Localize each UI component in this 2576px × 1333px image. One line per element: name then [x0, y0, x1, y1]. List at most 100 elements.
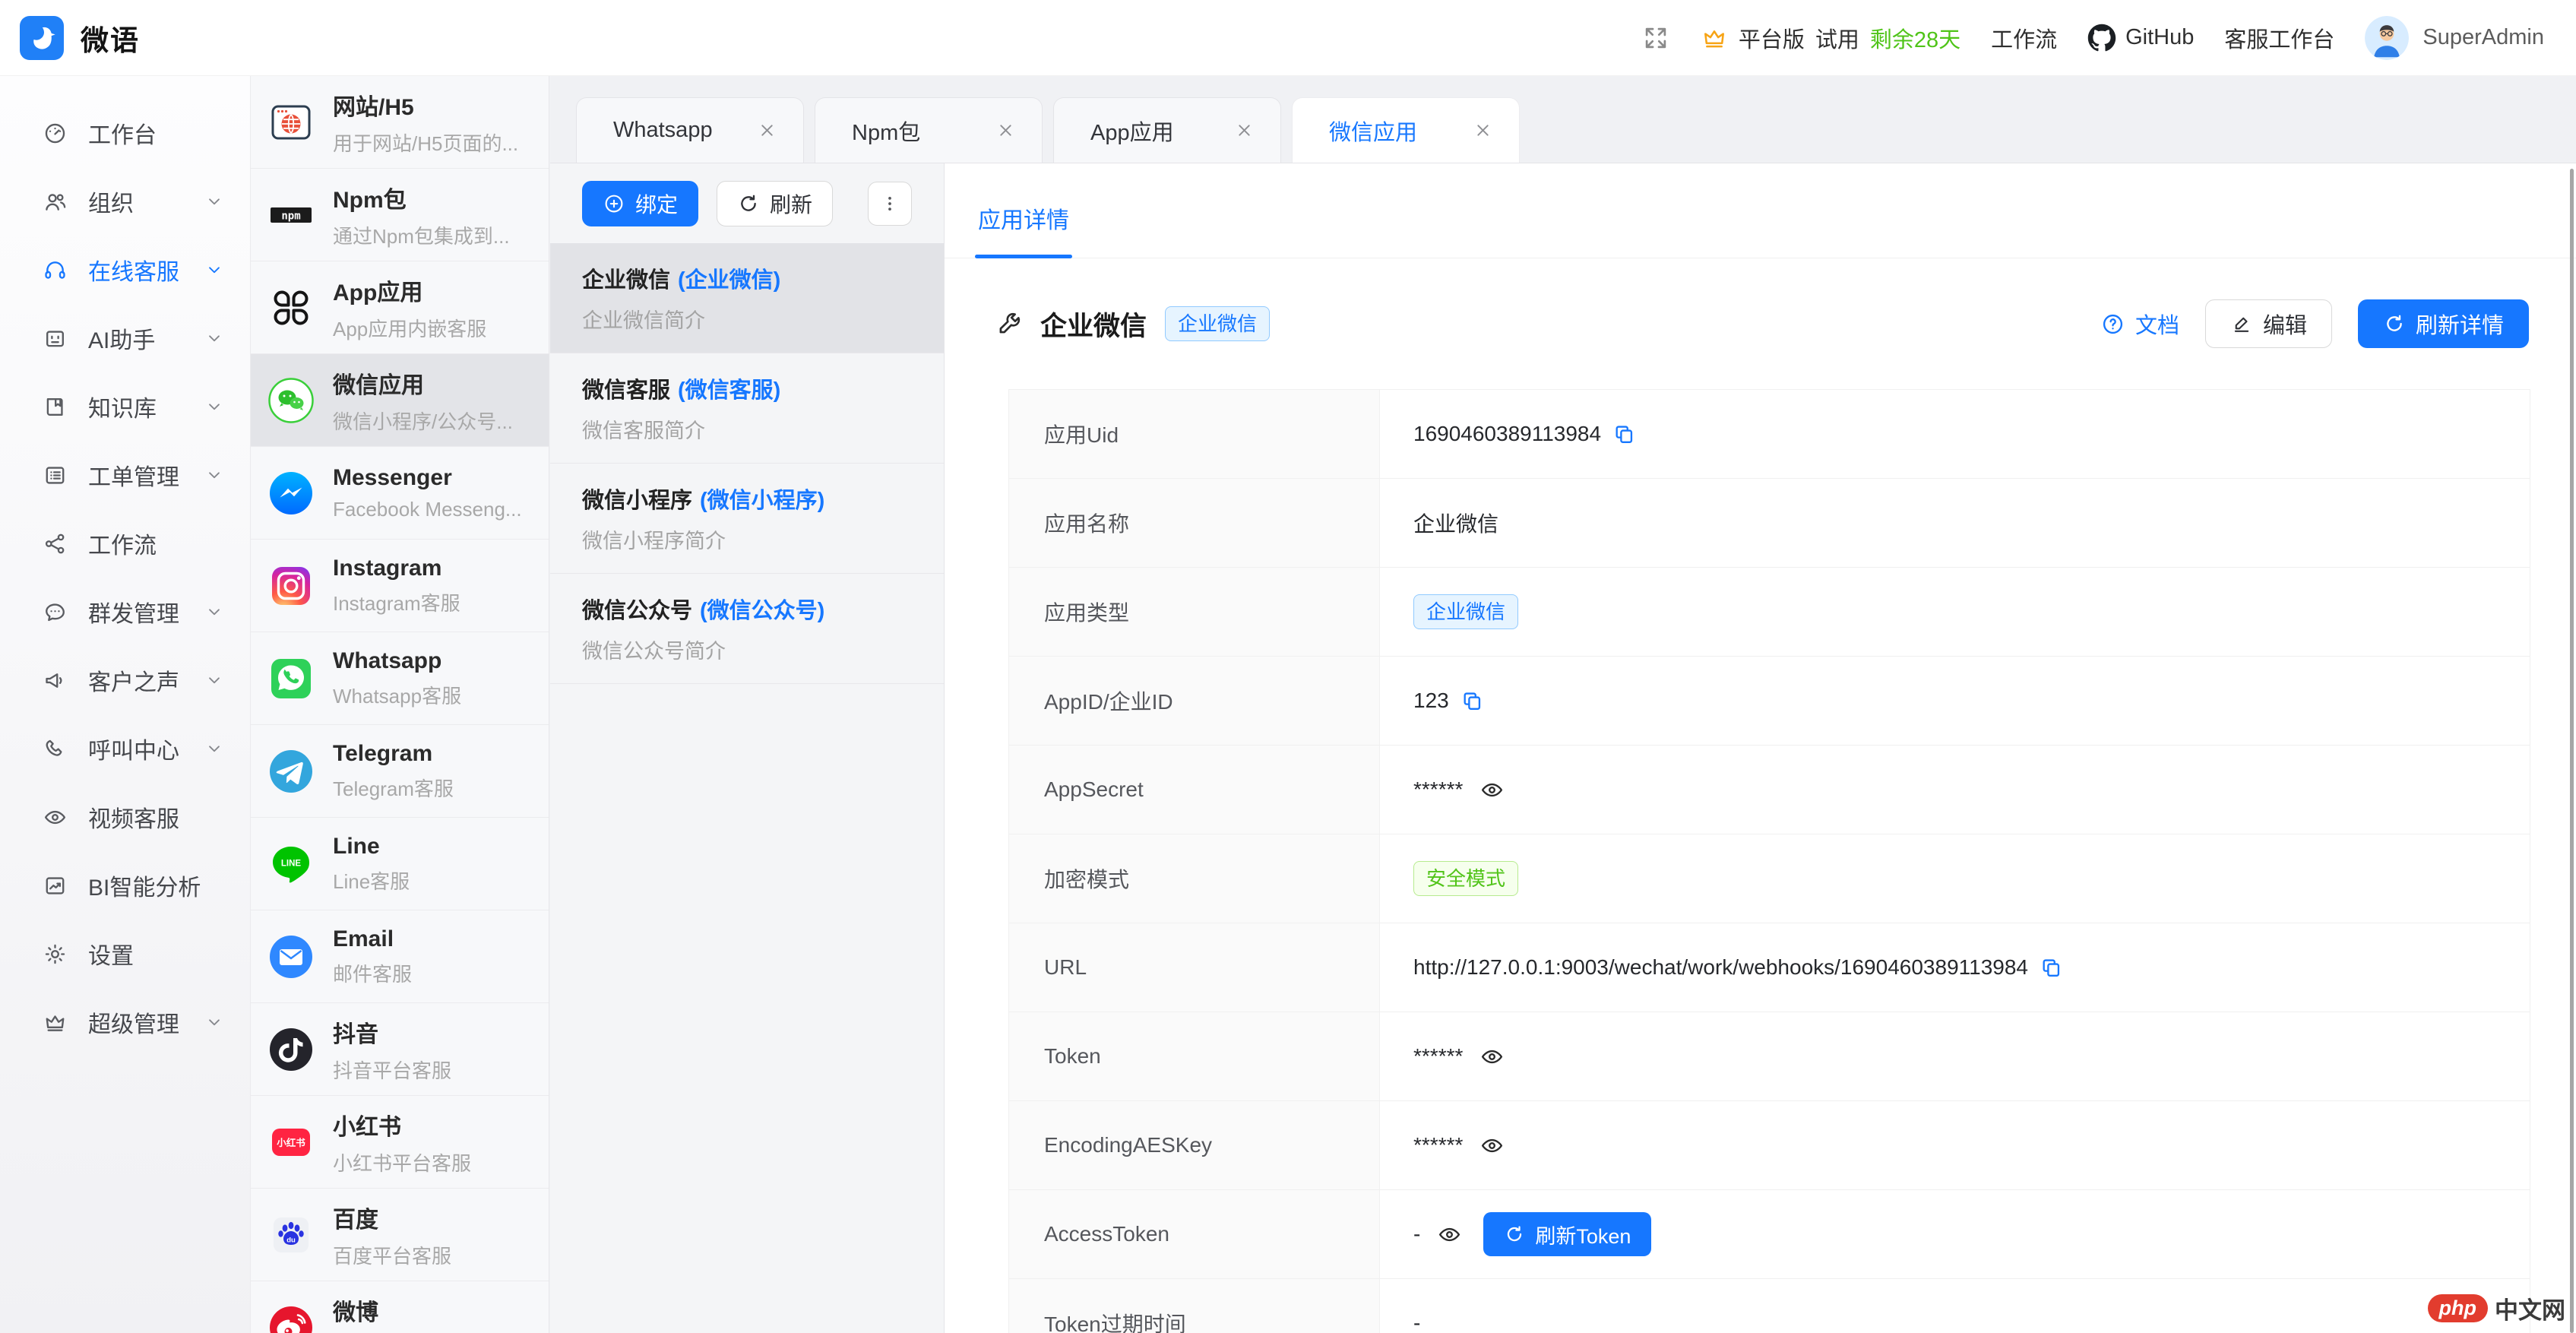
- bound-app-item[interactable]: 微信公众号(微信公众号) 微信公众号简介: [550, 574, 944, 684]
- tab[interactable]: Npm包: [815, 97, 1043, 163]
- sidebar-item[interactable]: 群发管理: [0, 578, 250, 646]
- main-area: Whatsapp Npm包 App应用 微信应用: [550, 76, 2576, 1333]
- close-icon[interactable]: [1234, 120, 1255, 141]
- sidebar-item-label: 超级管理: [88, 1005, 204, 1039]
- row-label: AppSecret: [1009, 746, 1380, 834]
- channel-item[interactable]: Messenger Facebook Messeng...: [251, 447, 549, 540]
- sidebar-item[interactable]: 视频客服: [0, 783, 250, 851]
- eye-icon[interactable]: [1437, 1222, 1462, 1247]
- workflow-link[interactable]: 工作流: [1991, 22, 2057, 54]
- watermark: php 中文网: [2428, 1291, 2565, 1325]
- user-menu[interactable]: SuperAdmin: [2365, 16, 2544, 60]
- sidebar-item[interactable]: 知识库: [0, 372, 250, 441]
- channel-name: 小红书: [333, 1108, 471, 1141]
- channel-item[interactable]: Telegram Telegram客服: [251, 725, 549, 818]
- sidebar: 工作台 组织 在线客服 AI助手 知识库 工单管理: [0, 76, 251, 1333]
- channel-item[interactable]: 网站/H5 用于网站/H5页面的...: [251, 76, 549, 169]
- copy-icon[interactable]: [1460, 689, 1484, 713]
- wechat-icon: [267, 377, 315, 424]
- channel-desc: 用于网站/H5页面的...: [333, 128, 518, 157]
- github-icon: [2087, 24, 2116, 52]
- channel-item[interactable]: 抖音 抖音平台客服: [251, 1003, 549, 1096]
- npm-icon: npm: [267, 192, 315, 239]
- sidebar-item[interactable]: 超级管理: [0, 988, 250, 1056]
- refresh-button[interactable]: 刷新: [717, 181, 833, 226]
- eye-icon: [43, 805, 68, 830]
- row-value: http://127.0.0.1:9003/wechat/work/webhoo…: [1413, 955, 2028, 980]
- row-value: 企业微信: [1413, 508, 1498, 538]
- sidebar-item[interactable]: 组织: [0, 167, 250, 236]
- share-icon: [43, 531, 68, 556]
- channel-item[interactable]: App应用 App应用内嵌客服: [251, 261, 549, 354]
- sidebar-item[interactable]: 客户之声: [0, 646, 250, 714]
- tab[interactable]: Whatsapp: [576, 97, 804, 163]
- sidebar-item-label: 群发管理: [88, 595, 204, 629]
- row-badge: 安全模式: [1413, 861, 1518, 897]
- sidebar-item[interactable]: 设置: [0, 920, 250, 988]
- channel-item[interactable]: 小红书 小红书 小红书平台客服: [251, 1096, 549, 1189]
- eye-icon[interactable]: [1479, 777, 1505, 803]
- channel-item[interactable]: npm Npm包 通过Npm包集成到...: [251, 169, 549, 261]
- web-icon: [267, 99, 315, 146]
- tab[interactable]: App应用: [1053, 97, 1281, 163]
- ticket-icon: [43, 463, 68, 488]
- plan-info[interactable]: 平台版 试用 剩余28天: [1701, 22, 1960, 54]
- channel-desc: Instagram客服: [333, 588, 460, 616]
- row-value: -: [1413, 1222, 1420, 1246]
- channel-item[interactable]: 微博 微博平台客服: [251, 1281, 549, 1333]
- robot-icon: [43, 326, 68, 351]
- sidebar-item[interactable]: 工作流: [0, 509, 250, 578]
- table-row: AppID/企业ID 123: [1009, 657, 2530, 746]
- channel-item[interactable]: Email 邮件客服: [251, 910, 549, 1003]
- close-icon[interactable]: [995, 120, 1016, 141]
- close-icon[interactable]: [1473, 120, 1493, 141]
- more-options-button[interactable]: [868, 182, 912, 226]
- chevron-down-icon: [204, 260, 224, 280]
- copy-icon[interactable]: [2040, 956, 2063, 980]
- eye-icon[interactable]: [1479, 1044, 1505, 1069]
- fullscreen-icon[interactable]: [1641, 24, 1670, 52]
- channel-name: Line: [333, 834, 410, 860]
- channel-item[interactable]: Whatsapp Whatsapp客服: [251, 632, 549, 725]
- chevron-down-icon: [204, 192, 224, 211]
- bound-app-item[interactable]: 企业微信(企业微信) 企业微信简介: [550, 243, 944, 353]
- sidebar-item[interactable]: AI助手: [0, 304, 250, 372]
- row-label: 应用类型: [1009, 568, 1380, 656]
- whatsapp-icon: [267, 655, 315, 702]
- close-icon[interactable]: [757, 120, 777, 141]
- vertical-scrollbar[interactable]: [2570, 169, 2574, 1333]
- channel-desc: App应用内嵌客服: [333, 314, 486, 342]
- workbench-link[interactable]: 客服工作台: [2224, 22, 2334, 54]
- brand: 微语: [20, 16, 140, 60]
- sidebar-item[interactable]: 工单管理: [0, 441, 250, 509]
- eye-icon[interactable]: [1479, 1133, 1505, 1158]
- detail-tabs: 应用详情: [945, 163, 2576, 258]
- row-label: 应用Uid: [1009, 390, 1380, 478]
- channel-item[interactable]: Instagram Instagram客服: [251, 540, 549, 632]
- tab-app-detail[interactable]: 应用详情: [978, 201, 1069, 258]
- bind-button[interactable]: 绑定: [582, 181, 698, 226]
- copy-icon[interactable]: [1612, 423, 1636, 446]
- github-link[interactable]: GitHub: [2087, 24, 2194, 52]
- channel-item[interactable]: du 百度 百度平台客服: [251, 1189, 549, 1281]
- sidebar-item[interactable]: 在线客服: [0, 236, 250, 304]
- sidebar-item[interactable]: BI智能分析: [0, 851, 250, 920]
- svg-text:du: du: [286, 1236, 296, 1244]
- sidebar-item[interactable]: 呼叫中心: [0, 714, 250, 783]
- refresh-detail-button[interactable]: 刷新详情: [2358, 299, 2529, 348]
- channel-item[interactable]: 微信应用 微信小程序/公众号...: [251, 354, 549, 447]
- sidebar-item-label: 组织: [88, 185, 204, 218]
- tab[interactable]: 微信应用: [1292, 97, 1520, 163]
- sidebar-item[interactable]: 工作台: [0, 99, 250, 167]
- channel-desc: 小红书平台客服: [333, 1148, 471, 1176]
- table-row: AccessToken - 刷新Token: [1009, 1190, 2530, 1279]
- bound-app-item[interactable]: 微信小程序(微信小程序) 微信小程序简介: [550, 464, 944, 574]
- bound-app-item[interactable]: 微信客服(微信客服) 微信客服简介: [550, 353, 944, 464]
- table-row: URL http://127.0.0.1:9003/wechat/work/we…: [1009, 923, 2530, 1012]
- bound-app-type: (微信公众号): [700, 599, 824, 623]
- row-label: 加密模式: [1009, 834, 1380, 923]
- refresh-token-button[interactable]: 刷新Token: [1483, 1212, 1651, 1256]
- edit-button[interactable]: 编辑: [2205, 299, 2332, 348]
- channel-item[interactable]: LINE Line Line客服: [251, 818, 549, 910]
- doc-link[interactable]: 文档: [2100, 308, 2179, 340]
